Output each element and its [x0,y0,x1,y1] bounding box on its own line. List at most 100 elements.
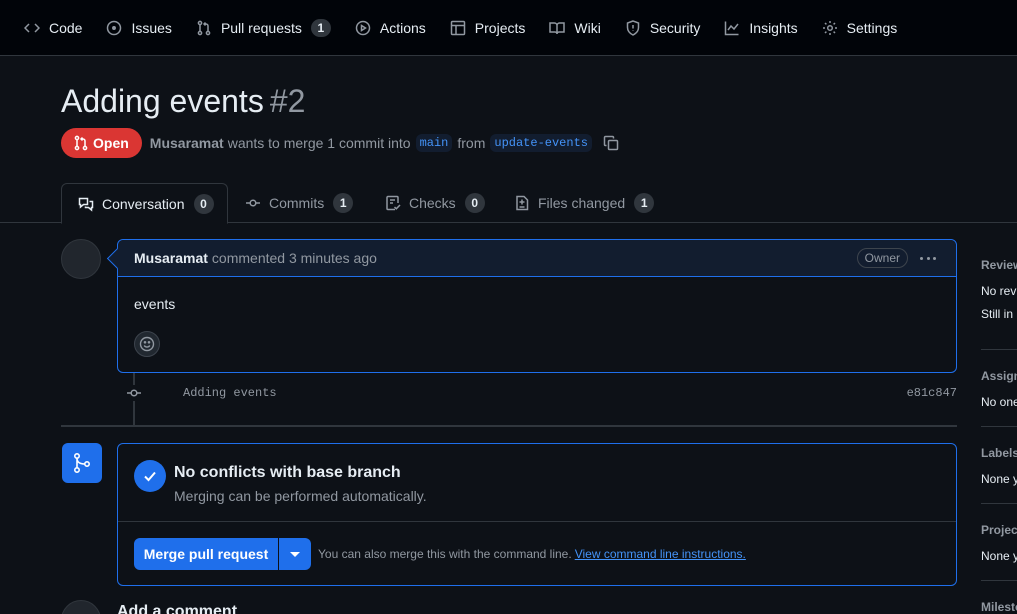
smiley-icon [139,336,155,352]
commit-event-badge [126,385,142,401]
comment-header: Musaramat commented 3 minutes ago Owner [118,240,956,277]
sidebar-divider [981,349,1017,350]
comment-body: events [134,296,176,312]
comment-card: Musaramat commented 3 minutes ago Owner … [117,239,957,373]
sidebar-assignees[interactable]: Assignees No one— [981,369,1017,409]
base-branch-link[interactable]: main [415,134,453,152]
sidebar-milestone[interactable]: Milestone [981,600,1017,614]
git-commit-icon [127,389,141,397]
pr-meta: Open Musaramat wants to merge 1 commit i… [61,128,619,158]
nav-wiki[interactable]: Wiki [541,12,608,44]
comment-options-button[interactable] [916,248,940,268]
kebab-dot [926,256,930,260]
nav-actions-label: Actions [379,19,426,36]
play-icon [355,20,371,35]
avatar[interactable] [61,600,101,614]
nav-insights-label: Insights [749,19,798,36]
merge-hint-text: You can also merge this with the command… [318,547,572,561]
tab-files-changed[interactable]: Files changed 1 [514,183,655,223]
pr-author-link[interactable]: Musaramat [150,135,224,151]
sidebar-reviewers-note: Still in progress? [981,307,1017,321]
merge-status: No conflicts with base branch Merging ca… [118,444,956,522]
checklist-icon [386,195,401,211]
chevron-down-icon [290,551,300,557]
table-icon [450,20,466,35]
commit-sha-link[interactable]: e81c847 [907,386,957,400]
pr-from-text: from [457,135,486,151]
git-pull-request-icon [197,20,211,35]
copy-icon [603,135,619,151]
tab-conversation[interactable]: Conversation 0 [61,183,228,224]
command-line-instructions-link[interactable]: View command line instructions. [575,547,746,561]
graph-icon [725,21,739,35]
git-merge-icon [74,452,91,473]
owner-badge: Owner [856,248,908,268]
nav-settings[interactable]: Settings [814,12,906,44]
sidebar-labels-heading: Labels [981,446,1017,460]
pull-requests-counter: 1 [310,18,331,37]
comment-discussion-icon [78,197,94,212]
nav-actions[interactable]: Actions [347,12,434,44]
check-icon-glyph [144,471,156,482]
nav-projects-label: Projects [474,19,526,36]
merge-actions: Merge pull request You can also merge th… [118,522,956,586]
commit-message-link[interactable]: Adding events [183,386,277,400]
nav-projects[interactable]: Projects [442,12,534,44]
merge-box: No conflicts with base branch Merging ca… [117,443,957,586]
nav-wiki-label: Wiki [574,19,601,36]
nav-settings-label: Settings [846,19,898,36]
pr-tabs: Conversation 0 Commits 1 Checks 0 Files … [0,183,1017,224]
tab-commits-label: Commits [269,195,325,211]
nav-issues[interactable]: Issues [98,12,179,44]
repo-nav: Code Issues Pull requests 1 Actions Proj… [0,0,1017,56]
pr-number: #2 [269,83,306,119]
nav-pull-requests[interactable]: Pull requests 1 [188,12,339,44]
sidebar-assignees-value: No one— [981,395,1017,409]
git-commit-icon [246,199,260,207]
add-comment-heading: Add a comment [117,603,238,614]
tab-checks[interactable]: Checks 0 [385,183,485,223]
tab-conversation-counter: 0 [193,193,214,214]
sidebar-reviewers[interactable]: Reviewers No reviews Still in progress? [981,258,1017,321]
issue-opened-icon [107,20,122,35]
comment-author-link[interactable]: Musaramat [134,250,208,266]
merge-status-title: No conflicts with base branch [174,464,401,481]
merge-pull-request-button[interactable]: Merge pull request [134,538,278,570]
timeline-divider [61,425,957,427]
nav-code-label: Code [49,19,83,36]
sidebar-reviewers-heading: Reviewers [981,258,1017,272]
sidebar-projects[interactable]: Projects None yet [981,523,1017,563]
merge-method-dropdown[interactable] [279,538,311,570]
copy-branch-button[interactable] [603,135,619,151]
git-pull-request-icon [74,135,88,151]
nav-issues-label: Issues [131,19,172,36]
nav-insights[interactable]: Insights [716,12,805,44]
nav-security[interactable]: Security [617,12,709,44]
sidebar-labels[interactable]: Labels None yet [981,446,1017,486]
page-title: Adding events #2 [61,83,305,120]
sidebar-reviewers-value: No reviews [981,284,1017,298]
tab-commits[interactable]: Commits 1 [245,183,354,223]
check-icon [134,460,166,492]
sidebar-projects-value: None yet [981,549,1017,563]
sidebar-assignees-heading: Assignees [981,369,1017,383]
pr-title-text: Adding events [61,83,264,119]
book-icon [549,21,566,34]
merge-hint: You can also merge this with the command… [318,547,746,561]
add-reaction-button[interactable] [134,331,160,357]
tab-checks-label: Checks [409,195,456,211]
nav-security-label: Security [649,19,701,36]
tab-conversation-label: Conversation [102,195,185,212]
comment-timestamp[interactable]: commented 3 minutes ago [212,250,377,266]
gear-icon [822,20,837,35]
nav-code[interactable]: Code [16,12,90,44]
head-branch-link[interactable]: update-events [490,134,592,152]
kebab-dot [920,256,923,260]
sidebar-divider [981,426,1017,427]
nav-pull-requests-label: Pull requests [220,19,302,36]
merge-status-subtitle: Merging can be performed automatically. [174,488,427,504]
avatar[interactable] [61,239,101,279]
status-label: Open [93,135,129,151]
tab-checks-counter: 0 [464,193,485,213]
status-badge: Open [61,128,142,158]
